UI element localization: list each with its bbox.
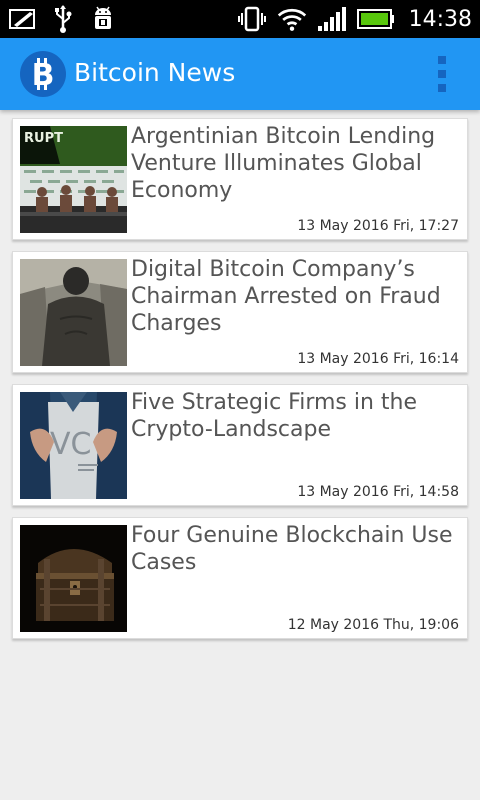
article-title: Five Strategic Firms in the Crypto-Lands… (131, 390, 418, 442)
status-bar-right: 14:38 (237, 4, 472, 34)
svg-text:B: B (32, 58, 55, 91)
article-list: RUPT Argentinian Bitcoin Lending Venture… (12, 118, 468, 650)
status-bar-left (8, 5, 118, 33)
article-title: Digital Bitcoin Company’s Chairman Arres… (131, 257, 441, 336)
usb-icon (48, 5, 78, 33)
article-date: 12 May 2016 Thu, 19:06 (287, 617, 459, 633)
signal-icon (317, 5, 347, 33)
article-card[interactable]: Digital Bitcoin Company’s Chairman Arres… (12, 251, 468, 373)
notification-pen-icon (8, 5, 38, 33)
article-card[interactable]: VC Five Strategic Firms in the Crypto-La… (12, 384, 468, 506)
conference-panel-thumbnail: RUPT (20, 126, 127, 233)
man-back-thumbnail (20, 259, 127, 366)
svg-text:RUPT: RUPT (24, 131, 63, 146)
article-date: 13 May 2016 Fri, 16:14 (297, 351, 459, 367)
article-card[interactable]: Four Genuine Blockchain Use Cases 12 May… (12, 517, 468, 639)
status-bar: 14:38 (0, 0, 480, 38)
battery-icon (356, 5, 395, 33)
wifi-icon (277, 5, 307, 33)
article-title: Four Genuine Blockchain Use Cases (131, 523, 453, 575)
vibrate-icon (237, 5, 267, 33)
article-date: 13 May 2016 Fri, 17:27 (297, 218, 459, 234)
app-bar: B Bitcoin News (0, 38, 480, 110)
vc-shirt-thumbnail: VC (20, 392, 127, 499)
status-time: 14:38 (408, 6, 472, 32)
bitcoin-logo-icon: B (20, 51, 66, 97)
svg-text:VC: VC (50, 427, 91, 462)
article-card[interactable]: RUPT Argentinian Bitcoin Lending Venture… (12, 118, 468, 240)
article-date: 13 May 2016 Fri, 14:58 (297, 484, 459, 500)
treasure-chest-thumbnail (20, 525, 127, 632)
article-title: Argentinian Bitcoin Lending Venture Illu… (131, 124, 436, 203)
android-debug-icon (88, 5, 118, 33)
overflow-menu-icon[interactable] (432, 56, 452, 92)
app-title: Bitcoin News (74, 58, 236, 87)
